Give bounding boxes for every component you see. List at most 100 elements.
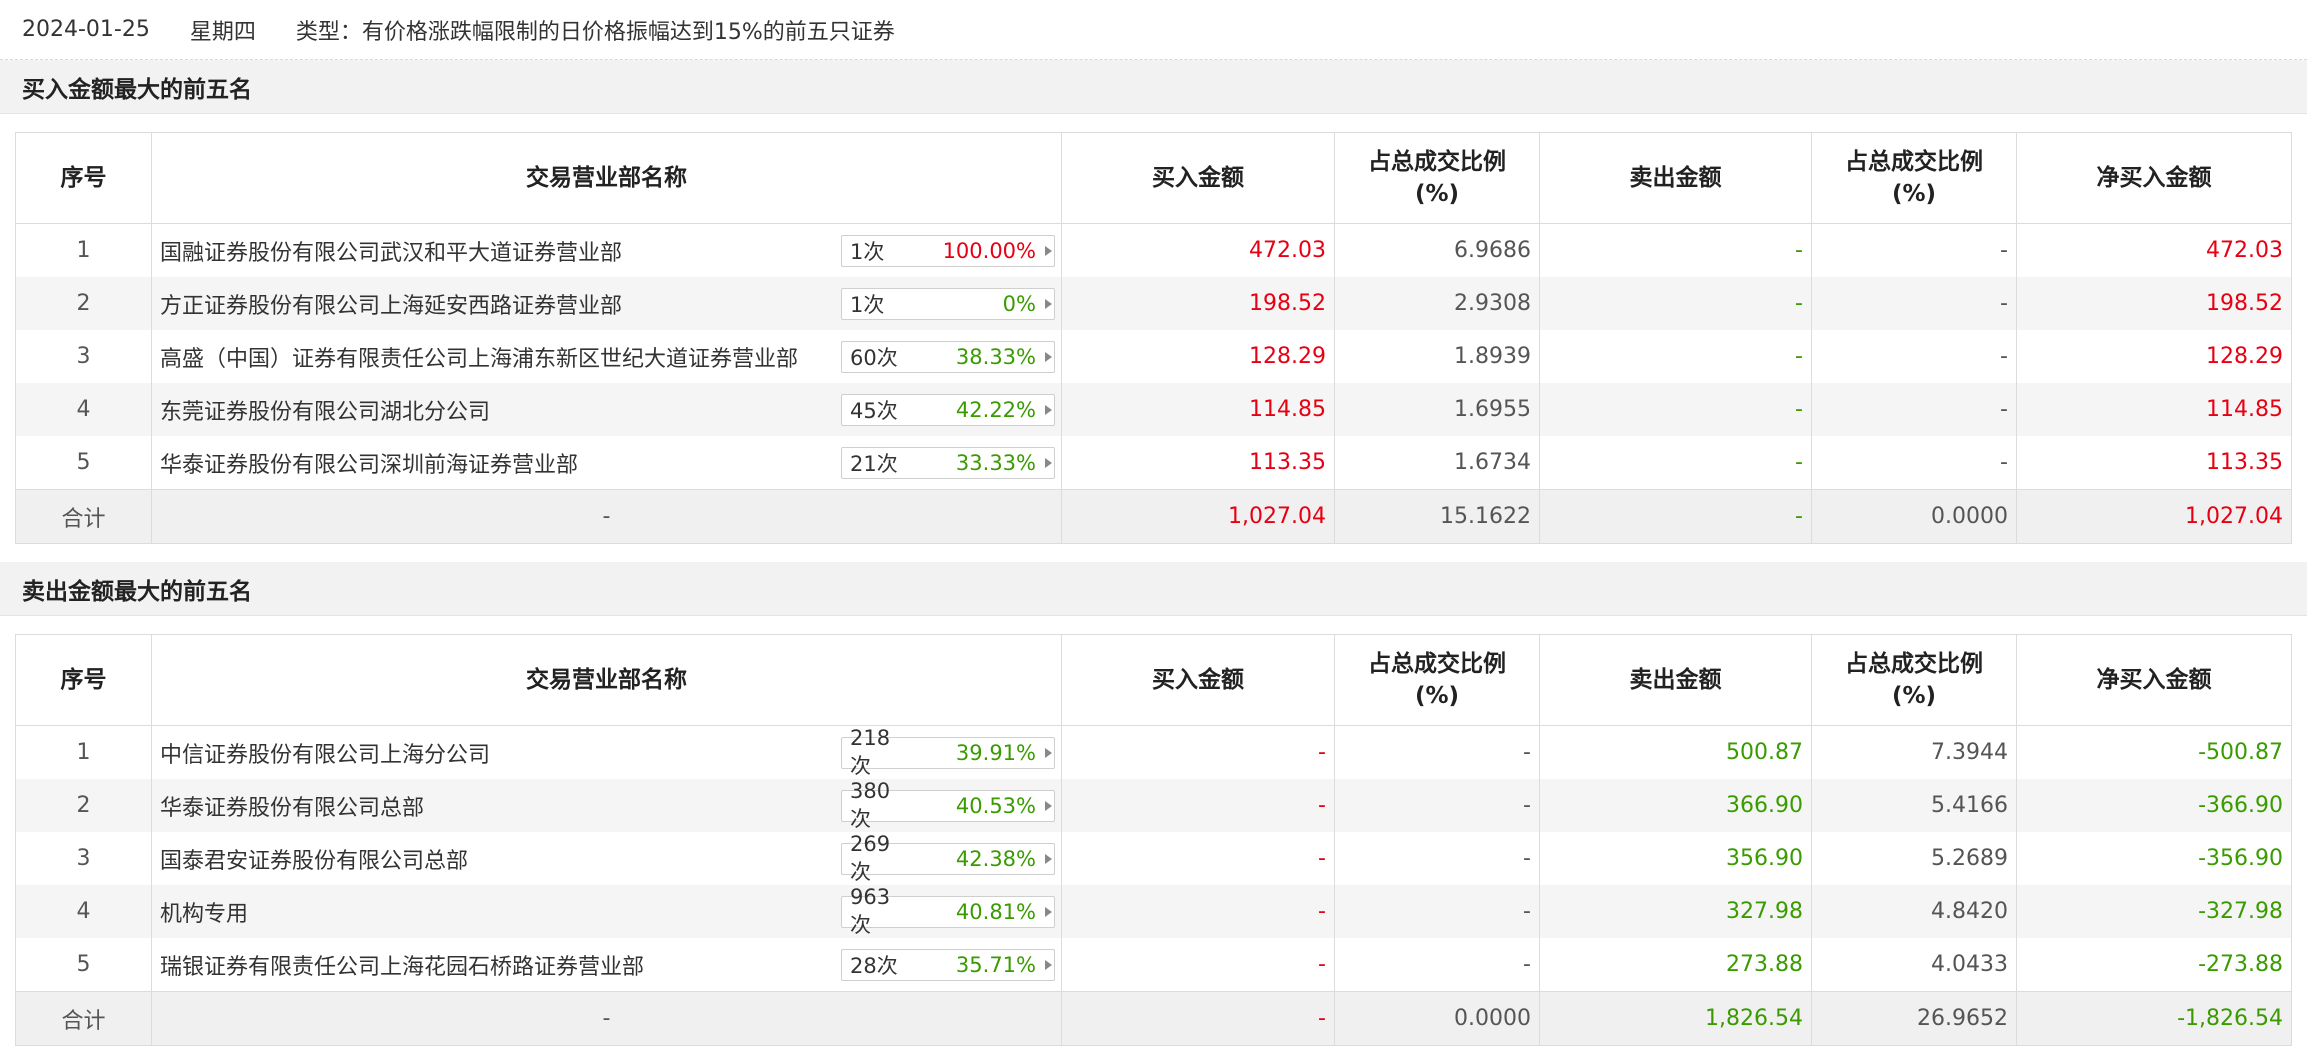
table-row[interactable]: 1 中信证券股份有限公司上海分公司 218次 39.91% - -500.87 7.3944…	[15, 725, 2292, 779]
table-row[interactable]: 4 机构专用 963次 40.81% - -327.98 4.8420 -327.98	[15, 885, 2292, 938]
row-seq: 1	[15, 223, 152, 277]
broker-appear-count: 1次	[850, 292, 885, 317]
col-sell: 卖出金额	[1539, 132, 1812, 224]
total-row: 合计 - -0.0000 1,826.54 26.9652 -1,826.54	[15, 991, 2292, 1046]
row-seq: 4	[15, 885, 152, 938]
table-row[interactable]: 2 方正证券股份有限公司上海延安西路证券营业部 1次 0% 198.52 2.9308- -…	[15, 277, 2292, 330]
row-sell-amount: -	[1539, 277, 1812, 330]
broker-name-link[interactable]: 中信证券股份有限公司上海分公司	[160, 737, 490, 769]
broker-wrap: 瑞银证券有限责任公司上海花园石桥路证券营业部 28次 35.71%	[152, 948, 1061, 981]
row-sell-ratio: 4.8420	[1811, 885, 2017, 938]
broker-stats-button[interactable]: 269次 42.38%	[841, 832, 1055, 884]
row-sell-amount: -	[1539, 383, 1812, 436]
row-buy-amount: -	[1061, 725, 1335, 779]
broker-wrap: 国泰君安证券股份有限公司总部 269次 42.38%	[152, 832, 1061, 884]
broker-name-link[interactable]: 机构专用	[160, 896, 248, 928]
broker-name-link[interactable]: 高盛（中国）证券有限责任公司上海浦东新区世纪大道证券营业部	[160, 341, 798, 373]
table-row[interactable]: 1 国融证券股份有限公司武汉和平大道证券营业部 1次 100.00% 472.03 6.9…	[15, 223, 2292, 277]
col-buy-ratio-line1: 占总成交比例	[1368, 149, 1506, 175]
row-broker-cell: 方正证券股份有限公司上海延安西路证券营业部 1次 0%	[151, 277, 1062, 330]
row-sell-amount: 500.87	[1539, 725, 1812, 779]
row-buy-amount: -	[1061, 938, 1335, 992]
table-row[interactable]: 4 东莞证券股份有限公司湖北分公司 45次 42.22% 114.85 1.6955- -1…	[15, 383, 2292, 436]
broker-appear-count: 60次	[850, 345, 898, 370]
total-buy-ratio: 0.0000	[1334, 991, 1540, 1046]
row-broker-cell: 瑞银证券有限责任公司上海花园石桥路证券营业部 28次 35.71%	[151, 938, 1062, 992]
broker-stats-button[interactable]: 1次 100.00%	[841, 234, 1055, 267]
broker-stats-button[interactable]: 60次 38.33%	[841, 340, 1055, 373]
buy-table-body: 1 国融证券股份有限公司武汉和平大道证券营业部 1次 100.00% 472.03 6.9…	[15, 223, 2292, 544]
buy-top5-table: 序号 交易营业部名称 买入金额 占总成交比例 (%) 卖出金额 占总成交比例 (%)…	[15, 132, 2292, 544]
broker-name-link[interactable]: 东莞证券股份有限公司湖北分公司	[160, 394, 490, 426]
row-sell-ratio: 5.2689	[1811, 832, 2017, 885]
broker-stats-button[interactable]: 963次 40.81%	[841, 885, 1055, 937]
broker-name-link[interactable]: 瑞银证券有限责任公司上海花园石桥路证券营业部	[160, 949, 644, 981]
row-buy-amount: 198.52	[1061, 277, 1335, 330]
col-sell-ratio-line1: 占总成交比例	[1845, 651, 1983, 677]
broker-name-link[interactable]: 华泰证券股份有限公司总部	[160, 790, 424, 822]
broker-appear-count: 380次	[850, 778, 891, 831]
broker-name-link[interactable]: 华泰证券股份有限公司深圳前海证券营业部	[160, 447, 578, 479]
sell-table-body: 1 中信证券股份有限公司上海分公司 218次 39.91% - -500.87 7.3944…	[15, 725, 2292, 1046]
broker-appear-count: 963次	[850, 884, 891, 937]
row-net-amount: -327.98	[2016, 885, 2292, 938]
table-row[interactable]: 3 国泰君安证券股份有限公司总部 269次 42.38% - -356.90 5.2689-…	[15, 832, 2292, 885]
broker-stats-button[interactable]: 380次 40.53%	[841, 779, 1055, 831]
sell-section-title: 卖出金额最大的前五名	[0, 562, 2307, 616]
table-row[interactable]: 5 瑞银证券有限责任公司上海花园石桥路证券营业部 28次 35.71% - -273.88…	[15, 938, 2292, 992]
row-net-amount: 113.35	[2016, 436, 2292, 490]
row-buy-amount: -	[1061, 779, 1335, 832]
col-seq: 序号	[15, 132, 152, 224]
row-net-amount: 114.85	[2016, 383, 2292, 436]
row-net-amount: 128.29	[2016, 330, 2292, 383]
broker-name-link[interactable]: 方正证券股份有限公司上海延安西路证券营业部	[160, 288, 622, 320]
buy-section-title: 买入金额最大的前五名	[0, 60, 2307, 114]
caret-right-icon	[1042, 235, 1054, 267]
row-buy-ratio: 1.6734	[1334, 436, 1540, 490]
col-sell: 卖出金额	[1539, 634, 1812, 726]
row-seq: 5	[15, 436, 152, 490]
broker-wrap: 高盛（中国）证券有限责任公司上海浦东新区世纪大道证券营业部 60次 38.33%	[152, 340, 1061, 373]
row-net-amount: -356.90	[2016, 832, 2292, 885]
row-broker-cell: 机构专用 963次 40.81%	[151, 885, 1062, 938]
row-sell-ratio: -	[1811, 436, 2017, 490]
row-broker-cell: 国融证券股份有限公司武汉和平大道证券营业部 1次 100.00%	[151, 223, 1062, 277]
weekday: 星期四	[189, 19, 256, 45]
table-row[interactable]: 5 华泰证券股份有限公司深圳前海证券营业部 21次 33.33% 113.35 1.673…	[15, 436, 2292, 490]
row-net-amount: -500.87	[2016, 725, 2292, 779]
broker-wrap: 机构专用 963次 40.81%	[152, 885, 1061, 937]
broker-rise-rate: 100.00%	[942, 238, 1036, 263]
caret-right-icon	[1042, 394, 1054, 426]
broker-name-link[interactable]: 国融证券股份有限公司武汉和平大道证券营业部	[160, 235, 622, 267]
row-net-amount: 198.52	[2016, 277, 2292, 330]
col-sell-ratio-line2: (%)	[1891, 683, 1937, 709]
broker-stats-button[interactable]: 45次 42.22%	[841, 393, 1055, 426]
row-broker-cell: 国泰君安证券股份有限公司总部 269次 42.38%	[151, 832, 1062, 885]
row-sell-ratio: 4.0433	[1811, 938, 2017, 992]
caret-right-icon	[1042, 896, 1054, 928]
broker-stats-button[interactable]: 1次 0%	[841, 287, 1055, 320]
caret-right-icon	[1042, 288, 1054, 320]
row-sell-amount: -	[1539, 436, 1812, 490]
col-buy-ratio-line2: (%)	[1414, 181, 1460, 207]
table-row[interactable]: 2 华泰证券股份有限公司总部 380次 40.53% - -366.90 5.4166 -36…	[15, 779, 2292, 832]
col-sell-ratio-line1: 占总成交比例	[1845, 149, 1983, 175]
broker-rise-rate: 35.71%	[955, 952, 1036, 977]
table-row[interactable]: 3 高盛（中国）证券有限责任公司上海浦东新区世纪大道证券营业部 60次 38.33% 1…	[15, 330, 2292, 383]
col-name: 交易营业部名称	[151, 132, 1062, 224]
total-sell-amount: 1,826.54	[1539, 991, 1812, 1046]
col-sell-ratio-line2: (%)	[1891, 181, 1937, 207]
row-buy-ratio: 1.8939	[1334, 330, 1540, 383]
row-sell-ratio: -	[1811, 277, 2017, 330]
col-sell-ratio: 占总成交比例 (%)	[1811, 132, 2017, 224]
row-sell-amount: 356.90	[1539, 832, 1812, 885]
row-sell-amount: 327.98	[1539, 885, 1812, 938]
broker-stats-button[interactable]: 21次 33.33%	[841, 446, 1055, 479]
broker-stats-button[interactable]: 28次 35.71%	[841, 948, 1055, 981]
sell-top5-table: 序号 交易营业部名称 买入金额 占总成交比例 (%) 卖出金额 占总成交比例 (%)…	[15, 634, 2292, 1046]
list-type: 类型：有价格涨跌幅限制的日价格振幅达到15%的前五只证券	[295, 19, 895, 45]
row-buy-ratio: -	[1334, 885, 1540, 938]
col-buy-ratio: 占总成交比例 (%)	[1334, 634, 1540, 726]
broker-name-link[interactable]: 国泰君安证券股份有限公司总部	[160, 843, 468, 875]
broker-stats-button[interactable]: 218次 39.91%	[841, 726, 1055, 778]
